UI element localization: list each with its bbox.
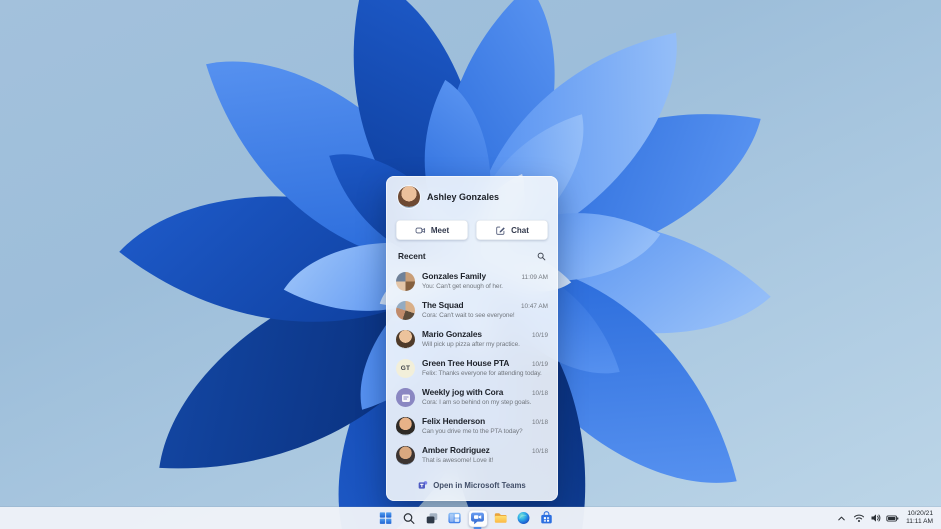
- start-button[interactable]: [376, 510, 395, 527]
- flyout-header[interactable]: Ashley Gonzales: [386, 176, 558, 212]
- open-in-teams-link[interactable]: Open in Microsoft Teams: [386, 472, 558, 501]
- chat-time: 10/18: [532, 419, 548, 426]
- chat-item-body: The Squad 10:47 AM Cora: Can't wait to s…: [422, 300, 548, 319]
- search-icon: [403, 512, 414, 524]
- chat-time: 11:09 AM: [521, 274, 548, 281]
- chat-time: 10/18: [532, 390, 548, 397]
- desktop: Ashley Gonzales Meet Chat Recent Gonzale…: [0, 0, 941, 529]
- task-view-icon: [426, 512, 437, 523]
- chat-preview: That is awesome! Love it!: [422, 456, 494, 464]
- chat-time: 10/18: [532, 448, 548, 455]
- battery-icon[interactable]: [885, 511, 900, 526]
- chat-item-mario-gonzales[interactable]: Mario Gonzales 10/19 Will pick up pizza …: [386, 325, 558, 354]
- widgets-button[interactable]: [445, 510, 464, 527]
- recent-header-row: Recent: [386, 242, 558, 264]
- initials-avatar: GT: [396, 359, 415, 378]
- tray-time: 11:11 AM: [906, 518, 933, 525]
- chat-item-the-squad[interactable]: The Squad 10:47 AM Cora: Can't wait to s…: [386, 296, 558, 325]
- chat-button-taskbar[interactable]: [468, 509, 487, 527]
- taskbar-clock[interactable]: 10/20/21 11:11 AM: [902, 510, 938, 526]
- chat-name: The Squad: [422, 300, 464, 310]
- chat-preview: Can you drive me to the PTA today?: [422, 427, 523, 435]
- chat-item-body: Felix Henderson 10/18 Can you drive me t…: [422, 416, 548, 435]
- teams-chat-icon: [471, 512, 484, 525]
- chat-preview: Felix: Thanks everyone for attending tod…: [422, 369, 542, 377]
- video-camera-icon: [415, 225, 426, 236]
- open-in-teams-label: Open in Microsoft Teams: [433, 480, 526, 490]
- recent-chat-list: Gonzales Family 11:09 AM You: Can't get …: [386, 264, 558, 472]
- microsoft-store-button[interactable]: [537, 510, 556, 527]
- microsoft-edge-button[interactable]: [514, 510, 533, 527]
- journal-icon-avatar: [396, 388, 415, 407]
- chat-preview: Cora: Can't wait to see everyone!: [422, 311, 515, 319]
- system-tray: 10/20/21 11:11 AM: [834, 507, 938, 529]
- chat-preview: You: Can't get enough of her.: [422, 282, 503, 290]
- taskbar: 10/20/21 11:11 AM: [0, 507, 941, 529]
- chat-time: 10:47 AM: [520, 303, 548, 310]
- volume-icon[interactable]: [868, 511, 883, 526]
- task-view-button[interactable]: [422, 510, 441, 527]
- search-icon[interactable]: [537, 252, 546, 261]
- person-avatar: [396, 446, 415, 465]
- user-avatar: [398, 186, 420, 208]
- chat-item-felix-henderson[interactable]: Felix Henderson 10/18 Can you drive me t…: [386, 412, 558, 441]
- chat-item-amber-rodriguez[interactable]: Amber Rodriguez 10/18 That is awesome! L…: [386, 441, 558, 470]
- meet-button-label: Meet: [430, 225, 450, 235]
- chat-time: 10/19: [532, 332, 548, 339]
- chat-name: Mario Gonzales: [422, 329, 482, 339]
- chat-item-weekly-jog-with-cora[interactable]: Weekly jog with Cora 10/18 Cora: I am so…: [386, 383, 558, 412]
- recent-label: Recent: [398, 251, 426, 261]
- journal-icon: [401, 394, 410, 402]
- file-explorer-icon: [494, 513, 507, 523]
- taskbar-center-buttons: [376, 507, 556, 529]
- wifi-icon[interactable]: [851, 511, 866, 526]
- chat-name: Weekly jog with Cora: [422, 387, 504, 397]
- group-avatar: [396, 272, 415, 291]
- chat-item-body: Amber Rodriguez 10/18 That is awesome! L…: [422, 445, 548, 464]
- group-avatar: [396, 301, 415, 320]
- chat-time: 10/19: [532, 361, 548, 368]
- person-avatar: [396, 330, 415, 349]
- action-buttons-row: Meet Chat: [386, 212, 558, 242]
- chat-item-green-tree-house-pta[interactable]: GT Green Tree House PTA 10/19 Felix: Tha…: [386, 354, 558, 383]
- windows-logo-icon: [379, 512, 392, 524]
- chat-name: Green Tree House PTA: [422, 358, 510, 368]
- user-name: Ashley Gonzales: [427, 192, 500, 202]
- chat-item-body: Gonzales Family 11:09 AM You: Can't get …: [422, 271, 548, 290]
- widgets-icon: [448, 512, 461, 524]
- tray-date: 10/20/21: [907, 510, 933, 517]
- chat-item-body: Weekly jog with Cora 10/18 Cora: I am so…: [422, 387, 548, 406]
- microsoft-store-icon: [541, 511, 552, 524]
- person-avatar: [396, 417, 415, 436]
- hidden-icons-chevron[interactable]: [834, 511, 849, 526]
- chat-button-label: Chat: [511, 225, 529, 235]
- chat-name: Gonzales Family: [422, 271, 486, 281]
- meet-button[interactable]: Meet: [396, 220, 468, 240]
- edge-icon: [517, 512, 530, 524]
- chat-name: Amber Rodriguez: [422, 445, 490, 455]
- chat-preview: Will pick up pizza after my practice.: [422, 340, 520, 348]
- chat-preview: Cora: I am so behind on my step goals.: [422, 398, 532, 406]
- search-button[interactable]: [399, 510, 418, 527]
- teams-chat-flyout: Ashley Gonzales Meet Chat Recent Gonzale…: [386, 176, 558, 501]
- compose-icon: [495, 225, 506, 236]
- chat-item-body: Mario Gonzales 10/19 Will pick up pizza …: [422, 329, 548, 348]
- file-explorer-button[interactable]: [491, 510, 510, 527]
- chat-button[interactable]: Chat: [476, 220, 548, 240]
- chat-item-gonzales-family[interactable]: Gonzales Family 11:09 AM You: Can't get …: [386, 267, 558, 296]
- teams-logo-icon: [418, 480, 428, 490]
- chat-item-body: Green Tree House PTA 10/19 Felix: Thanks…: [422, 358, 548, 377]
- chat-name: Felix Henderson: [422, 416, 486, 426]
